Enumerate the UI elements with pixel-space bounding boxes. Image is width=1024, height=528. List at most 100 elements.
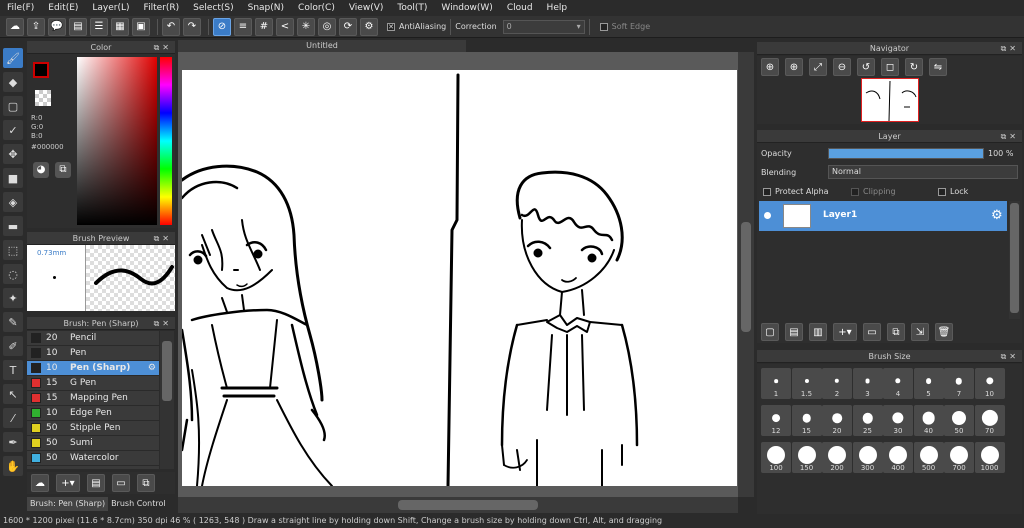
new-halftone-layer-icon[interactable]: ▤ bbox=[785, 323, 803, 341]
brush-item[interactable]: 50 Sumi bbox=[27, 436, 159, 451]
tab-brush-control[interactable]: Brush Control bbox=[108, 497, 169, 511]
panel-controls-icon[interactable]: ⧉✕ bbox=[1001, 130, 1019, 143]
v-scroll-thumb[interactable] bbox=[741, 222, 751, 332]
hue-slider[interactable] bbox=[160, 57, 172, 225]
menu-item[interactable]: Snap(N) bbox=[241, 0, 291, 16]
document-icon[interactable]: ▤ bbox=[69, 17, 87, 36]
zoom-fit-icon[interactable]: ⊕ bbox=[785, 58, 803, 76]
brush-cloud-icon[interactable]: ☁ bbox=[31, 474, 49, 492]
rotate-right-icon[interactable]: ↻ bbox=[905, 58, 923, 76]
layer-name[interactable]: Layer1 bbox=[823, 210, 857, 220]
menu-item[interactable]: View(V) bbox=[342, 0, 391, 16]
lock-option[interactable]: Lock bbox=[938, 187, 968, 196]
brush-size-cell[interactable]: 25 bbox=[852, 405, 883, 436]
antialiasing-checkbox[interactable]: ✕ bbox=[387, 22, 395, 31]
brush-size-cell[interactable]: 15 bbox=[791, 405, 822, 436]
brush-tool-icon[interactable]: 🖌 bbox=[3, 48, 23, 68]
brush-size-cell[interactable]: 150 bbox=[791, 442, 822, 473]
panel-controls-icon[interactable]: ⧉✕ bbox=[154, 41, 172, 54]
panel-controls-icon[interactable]: ⧉✕ bbox=[154, 317, 172, 330]
brush-size-cell[interactable]: 40 bbox=[913, 405, 944, 436]
curve-snap-icon[interactable]: ⟳ bbox=[339, 17, 357, 36]
selection-tool-icon[interactable]: ▢ bbox=[3, 96, 23, 116]
reset-view-icon[interactable]: ◻ bbox=[881, 58, 899, 76]
magic-wand-tool-icon[interactable]: ✦ bbox=[3, 288, 23, 308]
protect-alpha-checkbox[interactable] bbox=[763, 187, 771, 196]
layer-row[interactable]: Layer1 ⚙ bbox=[759, 201, 1007, 231]
speech-bubble-icon[interactable]: 💬 bbox=[48, 17, 66, 36]
protect-alpha-option[interactable]: Protect Alpha bbox=[763, 187, 829, 196]
brush-size-cell[interactable]: 200 bbox=[822, 442, 852, 473]
brush-size-cell[interactable]: 1000 bbox=[974, 442, 1005, 473]
radial-snap-icon[interactable]: ✳ bbox=[297, 17, 315, 36]
brush-size-cell[interactable]: 300 bbox=[852, 442, 883, 473]
brush-size-cell[interactable]: 1 bbox=[761, 368, 791, 399]
menu-item[interactable]: File(F) bbox=[0, 0, 41, 16]
merge-layer-icon[interactable]: ⇲ bbox=[911, 323, 929, 341]
canvas-vertical-scrollbar[interactable] bbox=[738, 52, 754, 497]
menu-item[interactable]: Window(W) bbox=[434, 0, 499, 16]
brush-size-cell[interactable]: 4 bbox=[883, 368, 913, 399]
saturation-value-picker[interactable] bbox=[77, 57, 157, 225]
h-scroll-thumb[interactable] bbox=[398, 500, 538, 510]
brush-size-cell[interactable]: 70 bbox=[974, 405, 1005, 436]
opacity-slider[interactable] bbox=[828, 148, 984, 159]
add-brush-icon[interactable]: +▾ bbox=[56, 474, 80, 492]
panel-controls-icon[interactable]: ⧉✕ bbox=[154, 232, 172, 245]
operation-tool-icon[interactable]: ↖ bbox=[3, 384, 23, 404]
folder-icon[interactable]: ▭ bbox=[112, 474, 130, 492]
menu-item[interactable]: Help bbox=[540, 0, 575, 16]
brush-item[interactable]: 15 Mapping Pen bbox=[27, 391, 159, 406]
layer-settings-gear-icon[interactable]: ⚙ bbox=[991, 208, 1003, 223]
text-tool-icon[interactable]: T bbox=[3, 360, 23, 380]
layer-scroll-thumb[interactable] bbox=[1010, 203, 1019, 313]
eraser-tool-icon[interactable]: ◆ bbox=[3, 72, 23, 92]
snap-off-icon[interactable]: ⊘ bbox=[213, 17, 231, 36]
color-swap-icon[interactable]: ⧉ bbox=[55, 162, 71, 178]
hand-tool-icon[interactable]: ✋ bbox=[3, 456, 23, 476]
brush-size-cell[interactable]: 1.5 bbox=[791, 368, 822, 399]
brush-size-cell[interactable]: 30 bbox=[883, 405, 913, 436]
brush-item[interactable]: 10 Pen (Sharp) ⚙ bbox=[27, 361, 159, 376]
shape-tool-icon[interactable]: ■ bbox=[3, 168, 23, 188]
menu-item[interactable]: Layer(L) bbox=[85, 0, 136, 16]
brush-settings-gear-icon[interactable]: ⚙ bbox=[148, 363, 156, 373]
undo-icon[interactable]: ↶ bbox=[162, 17, 180, 36]
menu-item[interactable]: Tool(T) bbox=[390, 0, 434, 16]
perspective-snap-icon[interactable]: < bbox=[276, 17, 294, 36]
delete-layer-icon[interactable]: 🗑 bbox=[935, 323, 953, 341]
brush-size-cell[interactable]: 12 bbox=[761, 405, 791, 436]
new-1bit-layer-icon[interactable]: ▥ bbox=[809, 323, 827, 341]
panel-controls-icon[interactable]: ⧉✕ bbox=[1001, 42, 1019, 55]
new-layer-icon[interactable]: ▢ bbox=[761, 323, 779, 341]
foreground-color-swatch[interactable] bbox=[33, 62, 49, 78]
brush-size-cell[interactable]: 400 bbox=[883, 442, 913, 473]
duplicate-layer-icon[interactable]: ⧉ bbox=[887, 323, 905, 341]
clipping-option[interactable]: Clipping bbox=[851, 187, 896, 196]
brush-size-cell[interactable]: 5 bbox=[913, 368, 944, 399]
brush-size-cell[interactable]: 700 bbox=[944, 442, 974, 473]
scroll-thumb[interactable] bbox=[162, 341, 172, 401]
lock-checkbox[interactable] bbox=[938, 187, 946, 196]
new-folder-icon[interactable]: ▭ bbox=[863, 323, 881, 341]
tab-brush[interactable]: Brush: Pen (Sharp) bbox=[27, 497, 109, 511]
brush-size-cell[interactable]: 20 bbox=[822, 405, 852, 436]
move-tool-icon[interactable]: ✥ bbox=[3, 144, 23, 164]
grid-icon[interactable]: ▦ bbox=[111, 17, 129, 36]
brush-item[interactable]: 20 Pencil bbox=[27, 331, 159, 346]
brush-size-cell[interactable]: 500 bbox=[913, 442, 944, 473]
canvas-horizontal-scrollbar[interactable] bbox=[178, 497, 738, 513]
gradient-tool-icon[interactable]: ▬ bbox=[3, 216, 23, 236]
divide-tool-icon[interactable]: ⁄ bbox=[3, 408, 23, 428]
brush-size-cell[interactable]: 2 bbox=[822, 368, 852, 399]
fill-tool-icon[interactable]: ◈ bbox=[3, 192, 23, 212]
visibility-eye-icon[interactable] bbox=[764, 212, 771, 219]
select-pen-icon[interactable]: ✎ bbox=[3, 312, 23, 332]
correction-select[interactable]: 0 bbox=[502, 19, 585, 34]
drawing-canvas[interactable] bbox=[182, 70, 737, 486]
soft-edge-checkbox[interactable] bbox=[599, 22, 608, 31]
brush-size-cell[interactable]: 7 bbox=[944, 368, 974, 399]
copy-icon[interactable]: ⧉ bbox=[137, 474, 155, 492]
cloud-icon[interactable]: ☁ bbox=[6, 17, 24, 36]
flip-icon[interactable]: ⇋ bbox=[929, 58, 947, 76]
